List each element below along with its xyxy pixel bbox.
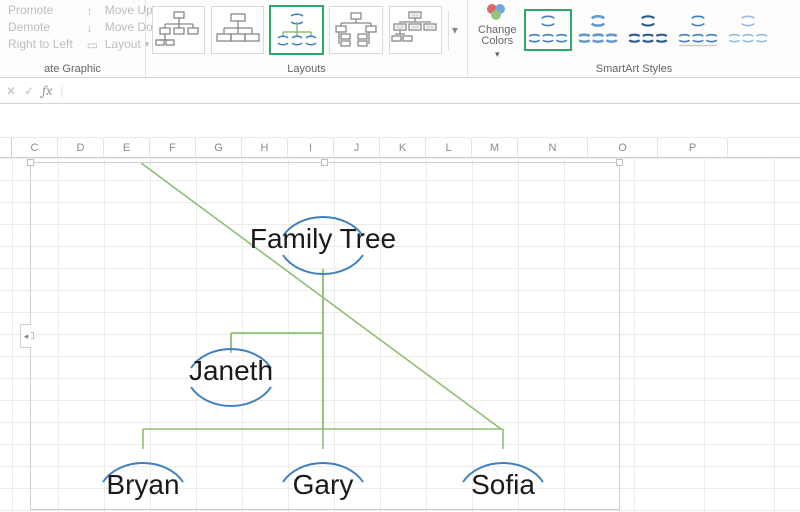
formula-bar: ✕ ✓ fx | (0, 78, 800, 104)
style-option-2[interactable] (575, 10, 621, 50)
formula-cancel-icon[interactable]: ✕ (6, 84, 16, 98)
change-colors-button[interactable]: Change Colors▾ (474, 0, 521, 62)
ribbon-group-smartart-styles: Change Colors▾ (468, 0, 800, 77)
col-header[interactable]: G (196, 138, 242, 157)
demote-button[interactable]: Demote (6, 19, 75, 35)
node-leaf-1[interactable]: Bryan (106, 469, 179, 501)
column-headers: C D E F G H I J K L M N O P (0, 138, 800, 158)
formula-enter-icon[interactable]: ✓ (24, 84, 34, 98)
smartart-frame[interactable]: ◂ Family (30, 162, 620, 510)
node-leaf-3[interactable]: Sofia (471, 469, 535, 501)
layout-option-1[interactable] (152, 6, 205, 54)
col-header[interactable]: J (334, 138, 380, 157)
col-header[interactable]: O (588, 138, 658, 157)
ribbon-group-layouts: ▾ Layouts (146, 0, 468, 77)
col-header[interactable]: I (288, 138, 334, 157)
fx-icon[interactable]: fx (42, 82, 52, 99)
layout-option-4[interactable] (329, 6, 382, 54)
spreadsheet-area[interactable]: C D E F G H I J K L M N O P ◂ (0, 138, 800, 512)
layout-option-3-selected[interactable] (270, 6, 323, 54)
ribbon-group-create-graphic: Promote Demote Right to Left ↑Move Up ↓M… (0, 0, 146, 77)
node-arc-bottom (268, 245, 378, 300)
style-option-1-selected[interactable] (525, 10, 571, 50)
col-header[interactable]: L (426, 138, 472, 157)
formula-input[interactable] (71, 78, 794, 103)
col-header[interactable]: P (658, 138, 728, 157)
style-option-3[interactable] (625, 10, 671, 50)
ribbon-group-label-layouts: Layouts (152, 62, 461, 77)
right-to-left-button[interactable]: Right to Left (6, 36, 75, 52)
col-header[interactable]: E (104, 138, 150, 157)
col-header[interactable]: H (242, 138, 288, 157)
style-option-4[interactable] (675, 10, 721, 50)
node-arc-bottom (176, 377, 286, 432)
text-pane-toggle[interactable]: ◂ (20, 324, 31, 348)
style-option-5[interactable] (725, 10, 771, 50)
col-header[interactable]: C (12, 138, 58, 157)
promote-button[interactable]: Promote (6, 2, 75, 18)
ribbon-group-label-create-graphic: ate Graphic (6, 62, 139, 77)
col-header[interactable]: F (150, 138, 196, 157)
layout-option-2[interactable] (211, 6, 264, 54)
col-header[interactable]: K (380, 138, 426, 157)
node-leaf-2[interactable]: Gary (293, 469, 354, 501)
spacer (0, 104, 800, 138)
col-header[interactable]: M (472, 138, 518, 157)
col-header[interactable]: N (518, 138, 588, 157)
ribbon: Promote Demote Right to Left ↑Move Up ↓M… (0, 0, 800, 78)
layout-option-5[interactable] (389, 6, 442, 54)
col-header[interactable]: D (58, 138, 104, 157)
layouts-more-button[interactable]: ▾ (448, 10, 461, 50)
ribbon-group-label-styles: SmartArt Styles (474, 62, 794, 77)
